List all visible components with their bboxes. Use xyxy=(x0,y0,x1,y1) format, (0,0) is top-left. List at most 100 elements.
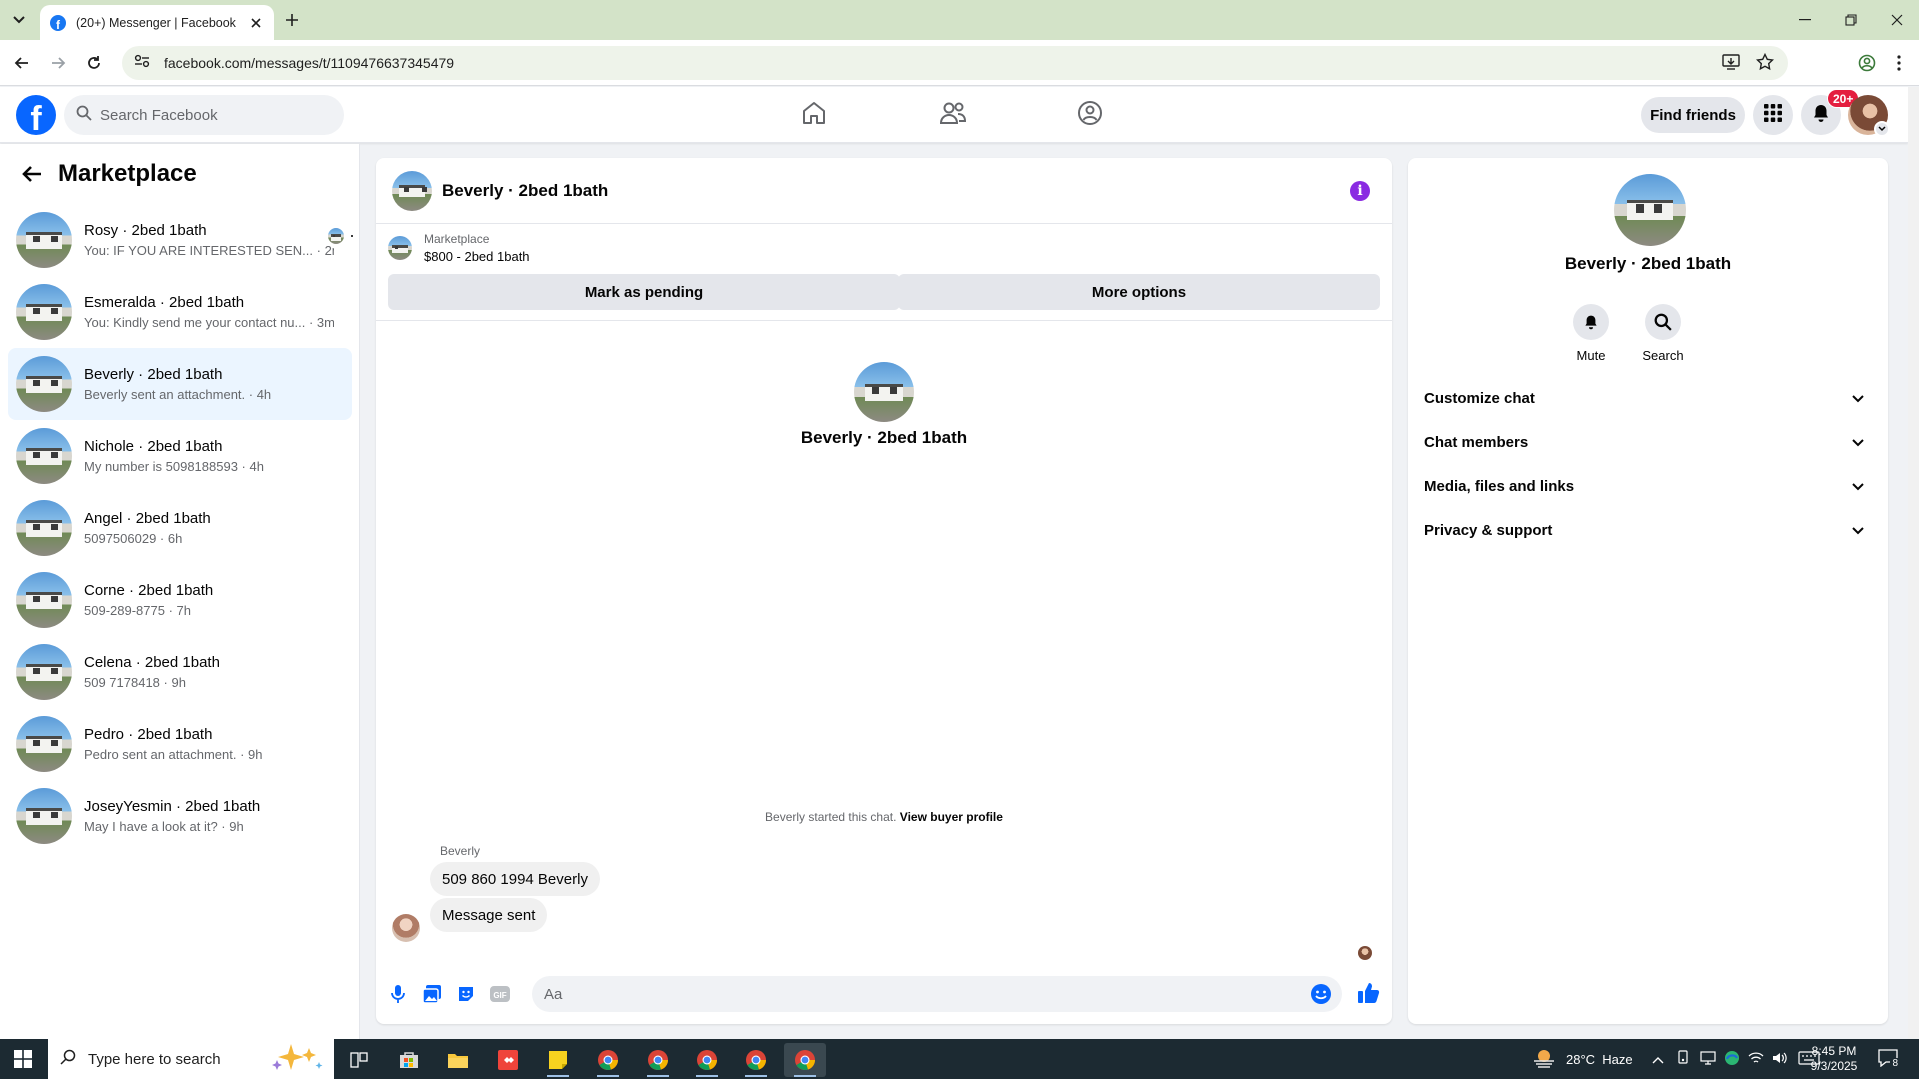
conversation-item[interactable]: Angel · 2bed 1bath 5097506029 · 6h xyxy=(8,492,352,564)
taskbar-search-box[interactable]: Type here to search xyxy=(48,1039,334,1079)
sticky-notes-icon[interactable] xyxy=(537,1043,579,1077)
menu-grid-button[interactable] xyxy=(1753,95,1793,135)
chrome-window-icon[interactable] xyxy=(735,1043,777,1077)
conversation-name: Rosy · 2bed 1bath xyxy=(84,222,207,239)
weather-widget[interactable]: 28°C Haze xyxy=(1532,1039,1633,1079)
emoji-icon[interactable] xyxy=(1310,983,1332,1005)
nav-friends[interactable] xyxy=(897,87,1009,143)
chevron-down-icon xyxy=(1852,434,1864,451)
find-friends-button[interactable]: Find friends xyxy=(1641,97,1745,133)
anydesk-app-icon[interactable] xyxy=(487,1043,529,1077)
new-tab-icon[interactable] xyxy=(282,10,302,30)
facebook-search-box[interactable] xyxy=(64,95,344,135)
forward-icon[interactable] xyxy=(45,50,71,76)
conversation-name: Nichole · 2bed 1bath xyxy=(84,438,223,455)
conversation-list-panel: Marketplace Rosy · 2bed 1bath You: IF YOU… xyxy=(0,144,360,1039)
facebook-logo-icon[interactable]: f xyxy=(16,95,56,135)
conversation-item[interactable]: Nichole · 2bed 1bath My number is 5098188… xyxy=(8,420,352,492)
windows-start-icon[interactable] xyxy=(0,1039,46,1079)
nav-groups[interactable] xyxy=(1034,87,1146,143)
conversation-item[interactable]: Celena · 2bed 1bath 509 7178418 · 9h xyxy=(8,636,352,708)
taskbar-clock[interactable]: 8:45 PM 9/3/2025 xyxy=(1794,1044,1874,1074)
conversation-item[interactable]: Esmeralda · 2bed 1bath You: Kindly send m… xyxy=(8,276,352,348)
sticker-icon[interactable] xyxy=(454,982,478,1006)
gif-icon[interactable]: GIF xyxy=(488,982,512,1006)
details-avatar[interactable] xyxy=(1614,174,1686,246)
chat-header-avatar[interactable] xyxy=(392,170,432,211)
view-buyer-profile-link[interactable]: View buyer profile xyxy=(900,810,1003,824)
store-app-icon[interactable] xyxy=(388,1043,430,1077)
chrome-window-icon[interactable] xyxy=(587,1043,629,1077)
account-chevron-down-icon[interactable] xyxy=(1874,121,1890,137)
chrome-window-icon[interactable] xyxy=(637,1043,679,1077)
browser-menu-icon[interactable] xyxy=(1886,50,1912,76)
message-input-box[interactable] xyxy=(532,976,1342,1012)
tab-search-chevron-icon[interactable] xyxy=(6,8,32,32)
site-settings-icon[interactable] xyxy=(134,54,150,73)
marketplace-header: Marketplace xyxy=(16,156,197,192)
chat-intro-name: Beverly · 2bed 1bath xyxy=(800,428,968,447)
conversation-name: Beverly · 2bed 1bath xyxy=(84,366,223,383)
privacy-support-section[interactable]: Privacy & support xyxy=(1424,516,1864,544)
chrome-window-icon-active[interactable] xyxy=(784,1043,826,1077)
notification-center-button[interactable]: 8 xyxy=(1878,1039,1900,1079)
chat-title[interactable]: Beverly · 2bed 1bath xyxy=(442,181,608,201)
message-input[interactable] xyxy=(544,985,1304,1003)
browser-account-icon[interactable] xyxy=(1854,50,1880,76)
listing-summary[interactable]: Marketplace $800 - 2bed 1bath xyxy=(388,232,530,264)
bell-icon xyxy=(1573,304,1609,340)
file-explorer-icon[interactable] xyxy=(437,1043,479,1077)
task-view-icon[interactable] xyxy=(338,1043,380,1077)
network-icon[interactable] xyxy=(1700,1050,1716,1068)
clock-date: 9/3/2025 xyxy=(1810,1059,1858,1073)
more-options-button[interactable]: More options xyxy=(898,274,1380,310)
chat-started-note: Beverly started this chat. View buyer pr… xyxy=(376,810,1392,824)
conversation-item[interactable]: Pedro · 2bed 1bath Pedro sent an attachme… xyxy=(8,708,352,780)
like-thumbs-up-icon[interactable] xyxy=(1356,980,1382,1006)
back-arrow-icon[interactable] xyxy=(16,158,48,190)
browser-tab[interactable]: f (20+) Messenger | Facebook xyxy=(40,5,274,40)
chrome-window-icon[interactable] xyxy=(686,1043,728,1077)
restore-icon[interactable] xyxy=(1838,8,1864,32)
listing-house-avatar xyxy=(16,500,72,556)
sender-avatar[interactable] xyxy=(392,914,420,942)
back-icon[interactable] xyxy=(9,50,35,76)
conversation-item[interactable]: Corne · 2bed 1bath 509-289-8775 · 7h xyxy=(8,564,352,636)
edge-tray-icon[interactable] xyxy=(1724,1050,1740,1069)
section-label: Customize chat xyxy=(1424,389,1535,407)
tab-close-icon[interactable] xyxy=(248,15,264,31)
tab-title: (20+) Messenger | Facebook xyxy=(76,15,236,30)
customize-chat-section[interactable]: Customize chat xyxy=(1424,384,1864,412)
install-app-icon[interactable] xyxy=(1722,53,1740,76)
conversation-item[interactable]: JoseyYesmin · 2bed 1bath May I have a loo… xyxy=(8,780,352,852)
media-files-links-section[interactable]: Media, files and links xyxy=(1424,472,1864,500)
conversation-info-icon[interactable]: i xyxy=(1350,181,1370,201)
search-in-chat-button[interactable]: Search xyxy=(1628,304,1698,363)
microphone-icon[interactable] xyxy=(386,982,410,1006)
mark-as-pending-button[interactable]: Mark as pending xyxy=(388,274,900,310)
mute-button[interactable]: Mute xyxy=(1556,304,1626,363)
bookmark-star-icon[interactable] xyxy=(1755,52,1775,76)
message-bubble[interactable]: 509 860 1994 Beverly xyxy=(430,862,600,896)
conversation-item-active[interactable]: Beverly · 2bed 1bath Beverly sent an atta… xyxy=(8,348,352,420)
device-icon[interactable] xyxy=(1676,1049,1690,1069)
browser-address-bar: facebook.com/messages/t/1109476637345479 xyxy=(0,40,1919,86)
photo-attach-icon[interactable] xyxy=(420,982,444,1006)
page-scrollbar[interactable] xyxy=(1908,87,1919,1039)
nav-home[interactable] xyxy=(758,87,870,143)
section-label: Chat members xyxy=(1424,433,1529,451)
message-bubble[interactable]: Message sent xyxy=(430,898,548,932)
weather-haze-icon xyxy=(1532,1047,1556,1072)
facebook-search-input[interactable] xyxy=(100,106,320,124)
volume-icon[interactable] xyxy=(1772,1051,1788,1068)
listing-house-avatar xyxy=(16,644,72,700)
omnibox[interactable]: facebook.com/messages/t/1109476637345479 xyxy=(122,46,1788,80)
wifi-icon[interactable] xyxy=(1748,1051,1764,1068)
minimize-icon[interactable] xyxy=(1792,8,1818,32)
show-hidden-icons-chevron-icon[interactable] xyxy=(1652,1052,1664,1067)
chat-members-section[interactable]: Chat members xyxy=(1424,428,1864,456)
conversation-item[interactable]: Rosy · 2bed 1bath You: IF YOU ARE INTERES… xyxy=(8,204,352,276)
reload-icon[interactable] xyxy=(81,50,107,76)
close-window-icon[interactable] xyxy=(1884,8,1910,32)
search-icon xyxy=(1645,304,1681,340)
